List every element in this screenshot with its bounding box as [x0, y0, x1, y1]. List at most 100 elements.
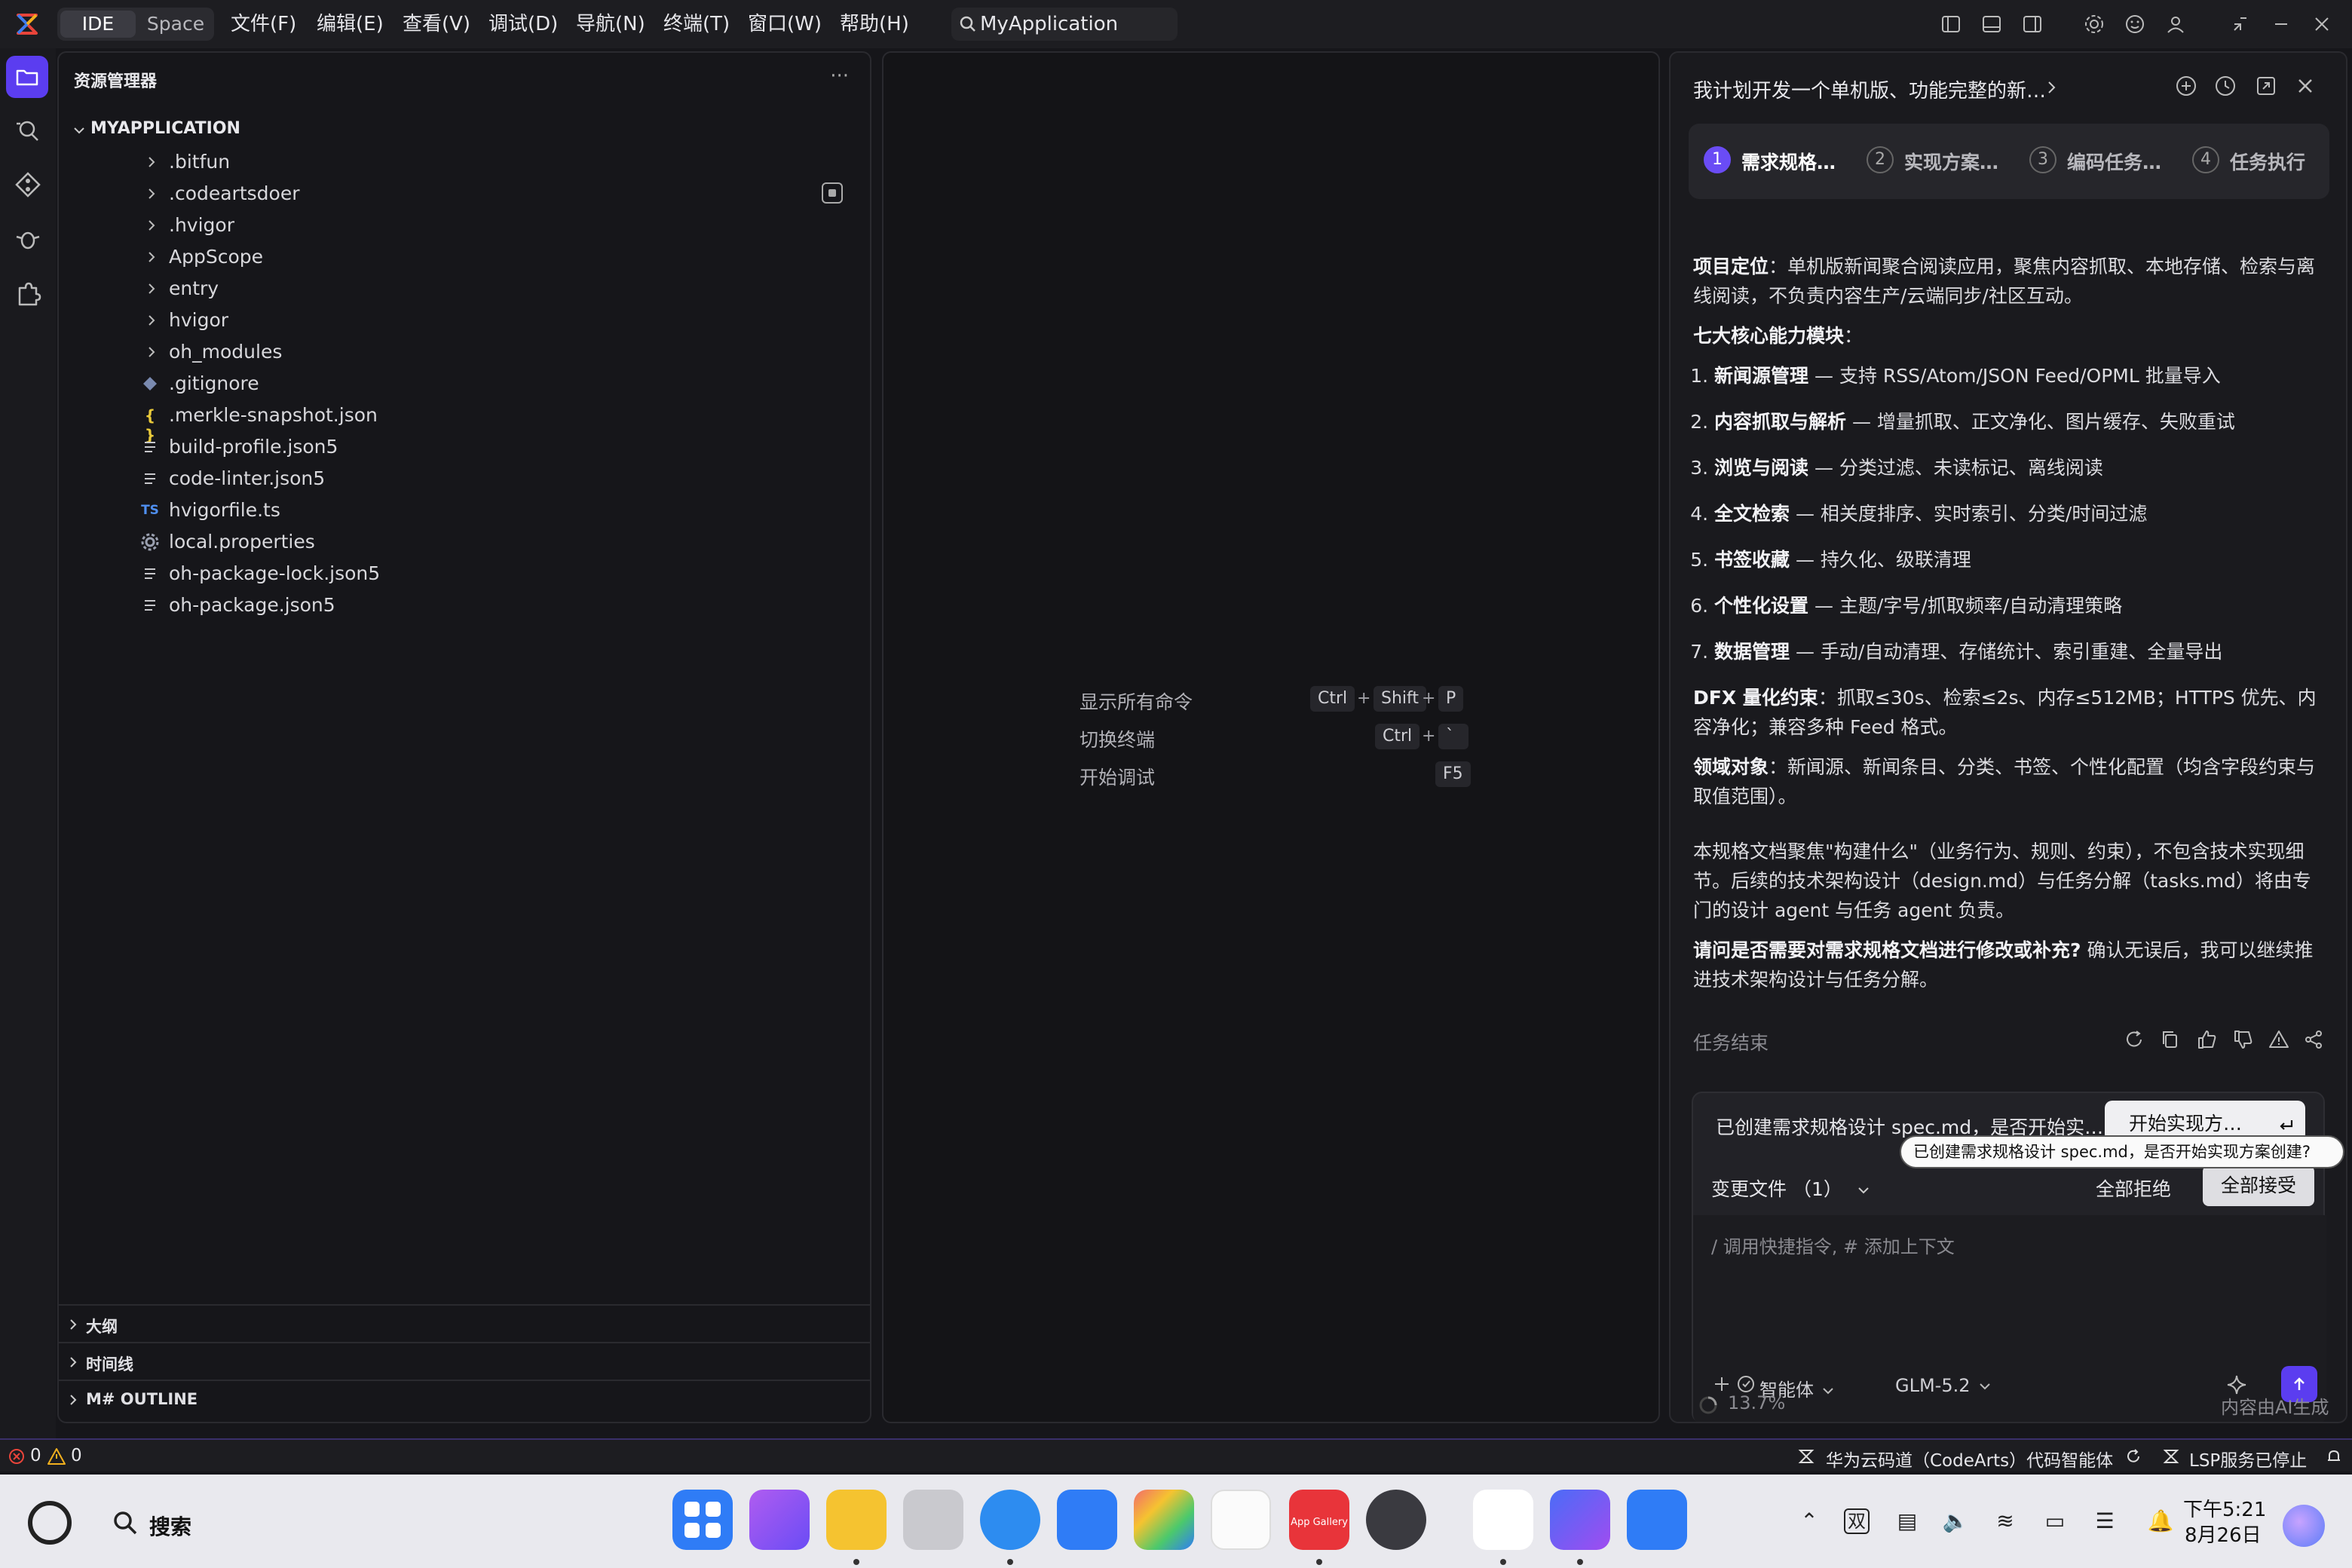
file-row[interactable]: code-linter.json5: [65, 463, 864, 495]
step-4-label[interactable]: 任务执行: [2230, 148, 2305, 175]
toggle-panel-icon[interactable]: [1981, 14, 2002, 35]
menu-view[interactable]: 查看(V): [403, 9, 470, 39]
step-2-label[interactable]: 实现方案…: [1904, 148, 1998, 175]
notification-bell-icon[interactable]: [2325, 1447, 2343, 1465]
feedback-smiley-icon[interactable]: [2124, 14, 2145, 35]
toggle-secondary-sidebar-icon[interactable]: [2022, 14, 2043, 35]
add-context-icon[interactable]: [1711, 1374, 1732, 1395]
error-icon[interactable]: [8, 1447, 26, 1465]
model-selector[interactable]: GLM-5.2: [1895, 1375, 1992, 1396]
clipboard-icon[interactable]: ▤: [1892, 1506, 1922, 1536]
warning-count[interactable]: 0: [71, 1446, 82, 1465]
clock-time[interactable]: 下午5:21: [2183, 1494, 2266, 1522]
file-row[interactable]: oh-package.json5: [65, 590, 864, 621]
extensions-icon[interactable]: [14, 279, 42, 308]
open-in-editor-icon[interactable]: [2254, 74, 2278, 98]
copy-icon[interactable]: [2159, 1028, 2182, 1051]
section-outline[interactable]: 大纲: [59, 1304, 870, 1342]
folder-row[interactable]: entry: [65, 273, 864, 305]
thumbs-up-icon[interactable]: [2195, 1028, 2218, 1051]
settings-app-icon[interactable]: [1366, 1490, 1426, 1550]
mode-space-tab[interactable]: Space: [140, 11, 211, 38]
battery-icon[interactable]: ▭: [2040, 1506, 2070, 1536]
step-1-label[interactable]: 需求规格…: [1741, 148, 1836, 175]
project-search[interactable]: MyApplication: [951, 8, 1178, 41]
assistant-orb-icon[interactable]: [2283, 1505, 2325, 1547]
files-app-icon[interactable]: [826, 1490, 887, 1550]
menu-navigate[interactable]: 导航(N): [576, 9, 645, 39]
file-row[interactable]: oh-package-lock.json5: [65, 558, 864, 590]
codearts-ide-app-icon[interactable]: [1473, 1490, 1533, 1550]
folder-row[interactable]: AppScope: [65, 241, 864, 273]
share-icon[interactable]: [2302, 1028, 2325, 1051]
warning-report-icon[interactable]: [2268, 1028, 2290, 1051]
account-icon[interactable]: [2165, 14, 2186, 35]
close-icon[interactable]: [2293, 74, 2317, 98]
close-window-icon[interactable]: [2311, 14, 2332, 35]
folder-row[interactable]: hvigor: [65, 305, 864, 336]
menu-help[interactable]: 帮助(H): [840, 9, 909, 39]
multitask-app-icon[interactable]: [749, 1490, 810, 1550]
regenerate-icon[interactable]: [2123, 1028, 2145, 1051]
start-button-icon[interactable]: [26, 1499, 74, 1547]
app-center-icon[interactable]: [1627, 1490, 1687, 1550]
mode-ide-tab[interactable]: IDE: [60, 11, 136, 38]
section-timeline[interactable]: 时间线: [59, 1342, 870, 1380]
error-count[interactable]: 0: [30, 1446, 41, 1465]
menu-window[interactable]: 窗口(W): [748, 9, 822, 39]
volume-icon[interactable]: 🔈: [1940, 1506, 1971, 1536]
file-row[interactable]: { } .merkle-snapshot.json: [65, 400, 864, 444]
history-icon[interactable]: [2213, 74, 2237, 98]
app-launcher-icon[interactable]: [672, 1490, 733, 1550]
new-chat-icon[interactable]: [2174, 74, 2198, 98]
source-control-icon[interactable]: [14, 170, 42, 199]
warning-icon[interactable]: [47, 1447, 66, 1465]
project-root-row[interactable]: MYAPPLICATION: [65, 115, 864, 145]
chat-title[interactable]: 我计划开发一个单机版、功能完整的新…: [1693, 75, 2046, 103]
menu-debug[interactable]: 调试(D): [488, 9, 558, 39]
section-md-outline[interactable]: M# OUTLINE: [59, 1380, 870, 1417]
accept-all-button[interactable]: 全部接受: [2203, 1165, 2314, 1206]
browser-app-icon[interactable]: [980, 1490, 1040, 1550]
folder-row[interactable]: oh_modules: [65, 336, 864, 368]
explorer-activity-button[interactable]: [6, 56, 48, 98]
devstudio-app-icon[interactable]: [1550, 1490, 1610, 1550]
lsp-status[interactable]: LSP服务已停止: [2189, 1446, 2307, 1472]
folder-row[interactable]: .codeartsdoer: [65, 178, 864, 210]
search-icon[interactable]: [112, 1509, 139, 1536]
debug-icon[interactable]: [14, 225, 42, 253]
changed-files-toggle[interactable]: 变更文件 （1）: [1711, 1174, 1871, 1202]
file-row[interactable]: TS hvigorfile.ts: [65, 495, 864, 526]
chat-input[interactable]: / 调用快捷指令, # 添加上下文: [1711, 1232, 1955, 1258]
thumbs-down-icon[interactable]: [2231, 1028, 2254, 1051]
file-row[interactable]: local.properties: [65, 526, 864, 558]
agent-status[interactable]: 华为云码道（CodeArts）代码智能体: [1826, 1446, 2113, 1472]
taskbar-search-label[interactable]: 搜索: [149, 1511, 191, 1541]
folder-row[interactable]: .bitfun: [65, 146, 864, 178]
folder-row[interactable]: .hvigor: [65, 210, 864, 241]
mail-app-icon[interactable]: [1057, 1490, 1117, 1550]
menu-terminal[interactable]: 终端(T): [663, 9, 730, 39]
photos-app-icon[interactable]: [1134, 1490, 1194, 1550]
settings-gear-icon[interactable]: [2084, 14, 2105, 35]
app-gallery-icon[interactable]: App Gallery: [1289, 1490, 1349, 1550]
explorer-more-button[interactable]: ···: [830, 65, 849, 87]
notification-icon[interactable]: 🔔: [2145, 1506, 2176, 1536]
toggle-sidebar-icon[interactable]: [1940, 14, 1962, 35]
menu-file[interactable]: 文件(F): [231, 9, 296, 39]
trash-app-icon[interactable]: [903, 1490, 963, 1550]
restore-window-icon[interactable]: [2230, 14, 2251, 35]
search-icon[interactable]: [14, 116, 42, 145]
menu-edit[interactable]: 编辑(E): [317, 9, 384, 39]
wifi-icon[interactable]: ≋: [1990, 1506, 2020, 1536]
tray-expand-icon[interactable]: ⌃: [1794, 1506, 1824, 1536]
notes-app-icon[interactable]: [1211, 1490, 1271, 1550]
minimize-window-icon[interactable]: [2271, 14, 2292, 35]
ime-indicator[interactable]: 双: [1844, 1508, 1870, 1534]
control-center-icon[interactable]: ☰: [2090, 1506, 2120, 1536]
file-row[interactable]: .gitignore: [65, 368, 864, 400]
chevron-right-icon[interactable]: [2044, 80, 2060, 95]
clock-date[interactable]: 8月26日: [2185, 1520, 2262, 1548]
sync-icon[interactable]: [2124, 1447, 2142, 1465]
reject-all-button[interactable]: 全部拒绝: [2096, 1174, 2171, 1202]
